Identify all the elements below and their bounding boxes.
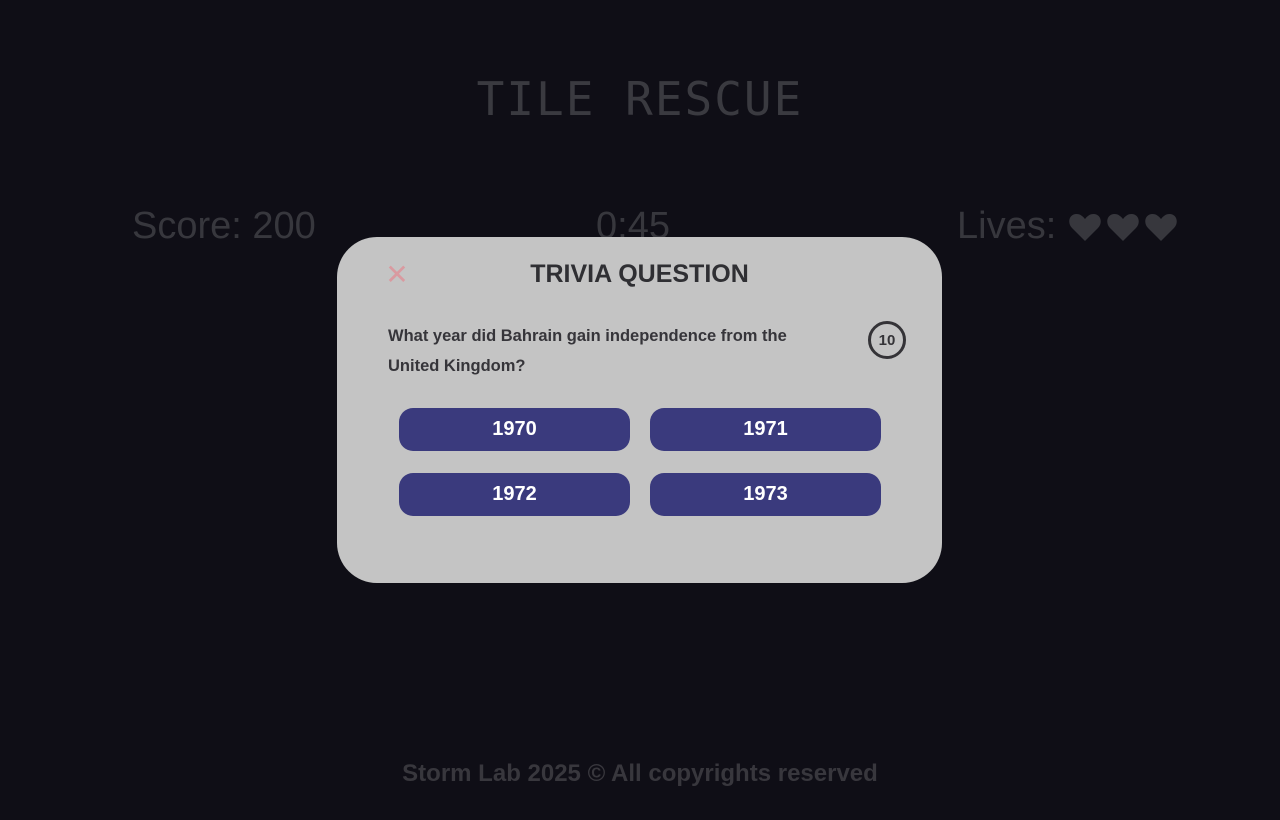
game-title: TILE RESCUE — [476, 72, 804, 126]
answer-button-4[interactable]: 1973 — [650, 473, 881, 516]
score-display: Score: 200 — [132, 205, 316, 247]
answer-button-2[interactable]: 1971 — [650, 408, 881, 451]
answer-button-3[interactable]: 1972 — [399, 473, 630, 516]
modal-title: TRIVIA QUESTION — [530, 260, 749, 288]
heart-icon — [1145, 213, 1178, 241]
question-text: What year did Bahrain gain independence … — [388, 327, 787, 375]
game-screen: TILE RESCUE Score: 200 0:45 Lives: Storm… — [0, 0, 1280, 820]
lives-hearts — [1068, 211, 1178, 243]
answer-button-1[interactable]: 1970 — [399, 408, 630, 451]
lives-display: Lives: — [957, 205, 1178, 248]
lives-label: Lives: — [957, 205, 1057, 247]
heart-icon — [1069, 213, 1102, 241]
heart-icon — [1107, 213, 1140, 241]
countdown-timer: 10 — [868, 321, 906, 359]
close-icon[interactable]: ✕ — [384, 261, 410, 289]
footer-copyright: Storm Lab 2025 © All copyrights reserved — [402, 760, 878, 787]
